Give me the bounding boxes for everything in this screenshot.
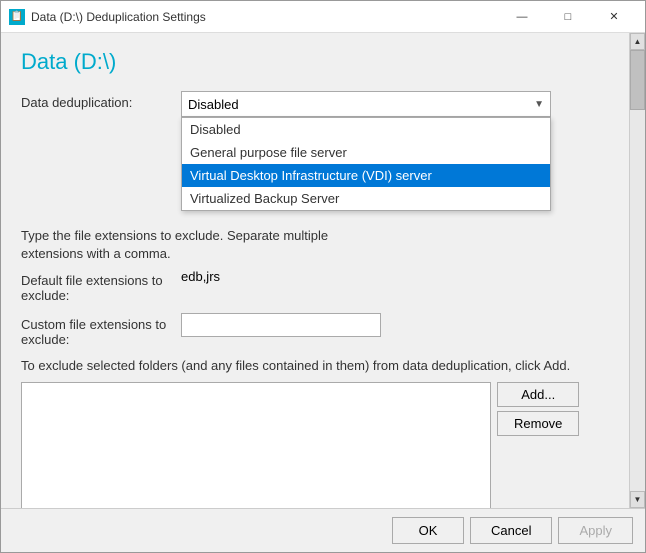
dropdown-option-disabled[interactable]: Disabled xyxy=(182,118,550,141)
ok-button[interactable]: OK xyxy=(392,517,464,544)
dropdown-option-vdi[interactable]: Virtual Desktop Infrastructure (VDI) ser… xyxy=(182,164,550,187)
minimize-button[interactable]: — xyxy=(499,1,545,33)
title-bar-buttons: — □ ✕ xyxy=(499,1,637,33)
deduplication-row: Data deduplication: Disabled ▼ Disabled … xyxy=(21,91,609,117)
folders-description: To exclude selected folders (and any fil… xyxy=(21,357,609,375)
apply-button[interactable]: Apply xyxy=(558,517,633,544)
close-button[interactable]: ✕ xyxy=(591,1,637,33)
default-extensions-row: Default file extensions to exclude: edb,… xyxy=(21,269,609,303)
deduplication-dropdown-header[interactable]: Disabled ▼ xyxy=(181,91,551,117)
maximize-button[interactable]: □ xyxy=(545,1,591,33)
custom-extensions-input[interactable] xyxy=(181,313,381,337)
scroll-down-button[interactable]: ▼ xyxy=(630,491,645,508)
page-title: Data (D:\) xyxy=(21,49,609,75)
deduplication-label: Data deduplication: xyxy=(21,91,181,110)
default-extensions-label: Default file extensions to exclude: xyxy=(21,269,181,303)
main-window: 📋 Data (D:\) Deduplication Settings — □ … xyxy=(0,0,646,553)
deduplication-dropdown: Disabled ▼ Disabled General purpose file… xyxy=(181,91,609,117)
window-title: Data (D:\) Deduplication Settings xyxy=(31,10,499,24)
add-button[interactable]: Add... xyxy=(497,382,579,407)
scroll-thumb[interactable] xyxy=(630,50,645,110)
custom-extensions-control xyxy=(181,313,609,337)
custom-extensions-label: Custom file extensions to exclude: xyxy=(21,313,181,347)
extensions-description: Type the file extensions to exclude. Sep… xyxy=(21,227,609,263)
dropdown-arrow-icon: ▼ xyxy=(534,99,544,110)
default-extensions-text: edb,jrs xyxy=(181,269,220,284)
custom-extensions-row: Custom file extensions to exclude: xyxy=(21,313,609,347)
scroll-track[interactable] xyxy=(630,50,645,491)
default-extensions-value: edb,jrs xyxy=(181,269,609,284)
bottom-buttons: OK Cancel Apply xyxy=(1,508,645,552)
deduplication-control: Disabled ▼ Disabled General purpose file… xyxy=(181,91,609,117)
main-content: Data (D:\) Data deduplication: Disabled … xyxy=(1,33,629,508)
remove-button[interactable]: Remove xyxy=(497,411,579,436)
deduplication-dropdown-list: Disabled General purpose file server Vir… xyxy=(181,117,551,211)
title-bar: 📋 Data (D:\) Deduplication Settings — □ … xyxy=(1,1,645,33)
folders-row: Add... Remove xyxy=(21,382,609,508)
window-icon: 📋 xyxy=(9,9,25,25)
folder-list[interactable] xyxy=(21,382,491,508)
dropdown-option-general[interactable]: General purpose file server xyxy=(182,141,550,164)
folder-buttons: Add... Remove xyxy=(497,382,579,436)
deduplication-selected-value: Disabled xyxy=(188,97,534,112)
scroll-up-button[interactable]: ▲ xyxy=(630,33,645,50)
content-area: Data (D:\) Data deduplication: Disabled … xyxy=(1,33,645,508)
cancel-button[interactable]: Cancel xyxy=(470,517,552,544)
scrollbar: ▲ ▼ xyxy=(629,33,645,508)
dropdown-option-backup[interactable]: Virtualized Backup Server xyxy=(182,187,550,210)
